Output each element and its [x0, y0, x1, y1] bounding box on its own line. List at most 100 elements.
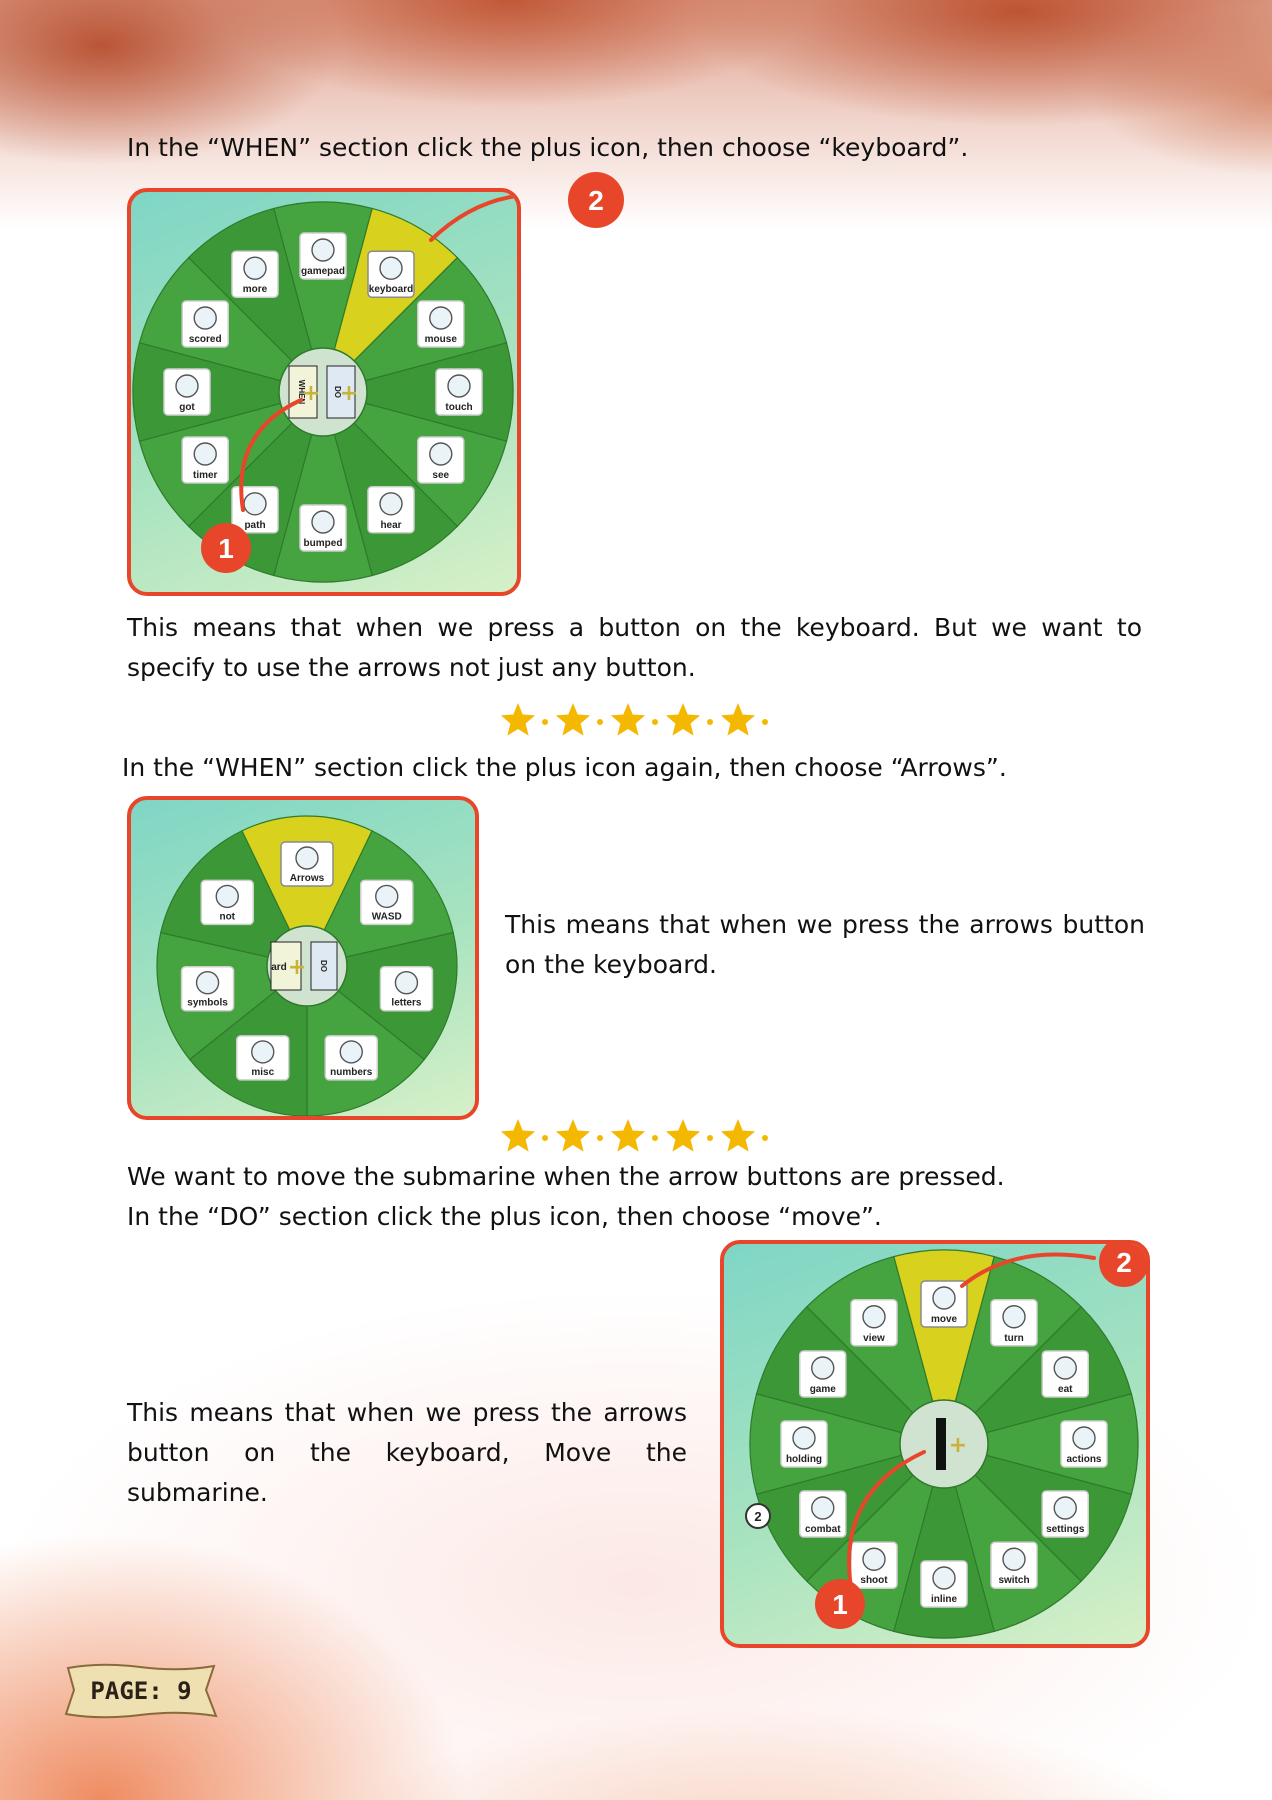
wheel1-see-icon [429, 442, 453, 466]
wheel1-more-tile[interactable]: more [231, 250, 279, 298]
wheel1-gamepad-label: gamepad [301, 266, 345, 277]
wheel3-game-tile[interactable]: game [799, 1350, 847, 1398]
wheel1-path-tile[interactable]: path [231, 486, 279, 534]
wheel1-path-label: path [244, 520, 265, 531]
wheel3-holding-tile[interactable]: holding [780, 1420, 828, 1468]
wheel1-hub: WHEN DO+ + [278, 347, 368, 437]
wheel3-actions-tile[interactable]: actions [1060, 1420, 1108, 1468]
wheel1-bumped-label: bumped [304, 538, 343, 549]
star-icon [555, 1119, 591, 1152]
wheel2-screenshot: Arrows WASD letters numbers misc symbols not ar… [127, 796, 479, 1120]
wheel1-bumped-tile[interactable]: bumped [299, 504, 347, 552]
wheel2-not-icon [215, 884, 239, 909]
wheel1-when-plus-icon[interactable]: + [302, 381, 320, 406]
wheel1-see-tile[interactable]: see [417, 436, 465, 484]
wheel2-arrows-icon [295, 846, 319, 870]
wheel1-mouse-icon [429, 306, 453, 330]
wheel2-numbers-label: numbers [330, 1067, 373, 1078]
wheel3-holding-label: holding [786, 1454, 822, 1465]
step-marker-2-top: 2 [568, 172, 624, 228]
wheel2-hub: ard DO + [266, 925, 348, 1007]
wheel2-symbols-label: symbols [187, 998, 228, 1009]
dot-icon [762, 1135, 768, 1141]
wheel2-wasd-tile[interactable]: WASD [359, 879, 414, 926]
wheel1-hear-label: hear [380, 520, 401, 531]
star-icon [665, 703, 701, 736]
wheel1-do-plus-icon[interactable]: + [340, 381, 358, 406]
wheel3-view-tile[interactable]: view [850, 1299, 898, 1347]
wheel1-got-tile[interactable]: got [163, 368, 211, 416]
wheel1-menu[interactable]: more gamepad keyboard mouse touch see hear bump… [131, 192, 521, 596]
wheel1-mouse-tile[interactable]: mouse [417, 300, 465, 348]
wheel2-numbers-icon [339, 1040, 363, 1064]
s2-explanation: This means that when we press the arrows… [505, 910, 1145, 979]
wheel1-scored-tile[interactable]: scored [181, 300, 229, 348]
s1-explanation: This means that when we press a button o… [127, 613, 1142, 682]
wheel3-move-tile[interactable]: move [920, 1280, 968, 1328]
wheel1-touch-label: touch [445, 402, 472, 413]
wheel3-shoot-icon [862, 1547, 886, 1571]
wheel3-inline-icon [932, 1566, 956, 1590]
wheel3-holding-icon [792, 1426, 816, 1450]
wheel3-move-label: move [931, 1314, 958, 1325]
star-icon [610, 703, 646, 736]
wheel2-arrows-label: Arrows [290, 873, 325, 884]
wheel2-numbers-tile[interactable]: numbers [324, 1035, 379, 1081]
wheel3-marker-1-label: 1 [832, 1589, 848, 1620]
dot-icon [762, 719, 768, 725]
star-icon [720, 703, 756, 736]
wheel2-letters-label: letters [391, 998, 421, 1009]
star-icon [500, 703, 536, 736]
wheel3-menu[interactable]: move turn eat actions settings switch inline sh… [724, 1244, 1150, 1648]
star-icon [555, 703, 591, 736]
wheel2-misc-tile[interactable]: misc [235, 1035, 290, 1081]
wheel3-inline-label: inline [931, 1594, 958, 1605]
wheel3-settings-tile[interactable]: settings [1041, 1490, 1089, 1538]
wheel3-eat-label: eat [1058, 1384, 1073, 1395]
wheel1-gamepad-tile[interactable]: gamepad [299, 232, 347, 280]
wheel3-do-plus-icon[interactable]: + [949, 1433, 967, 1458]
wheel2-arrows-tile[interactable]: Arrows [280, 841, 334, 887]
wheel3-view-label: view [863, 1333, 885, 1344]
dot-icon [652, 1135, 658, 1141]
wheel1-more-label: more [243, 284, 268, 295]
s3-instruction: In the “DO” section click the plus icon,… [127, 1202, 882, 1231]
wheel3-turn-label: turn [1004, 1333, 1023, 1344]
wheel1-got-icon [175, 374, 199, 398]
wheel3-combat-tile[interactable]: combat [799, 1490, 847, 1538]
dot-icon [542, 719, 548, 725]
wheel3-game-icon [811, 1356, 835, 1380]
wheel1-timer-tile[interactable]: timer [181, 436, 229, 484]
wheel1-path-icon [243, 492, 267, 516]
wheel1-touch-tile[interactable]: touch [435, 368, 483, 416]
wheel3-settings-icon [1053, 1496, 1077, 1520]
wheel1-marker-1-label: 1 [218, 533, 234, 564]
wheel1-more-icon [243, 256, 267, 280]
wheel3-turn-tile[interactable]: turn [990, 1299, 1038, 1347]
wheel2-wasd-icon [375, 884, 399, 909]
wheel2-menu[interactable]: Arrows WASD letters numbers misc symbols not ar… [131, 800, 479, 1120]
wheel3-shoot-tile[interactable]: shoot [850, 1541, 898, 1589]
wheel3-combat-label: combat [805, 1524, 841, 1535]
star-divider-2 [500, 1119, 768, 1152]
wheel2-letters-tile[interactable]: letters [379, 965, 434, 1012]
wheel3-eat-icon [1053, 1356, 1077, 1380]
wheel2-when-plus-icon[interactable]: + [288, 955, 306, 980]
wheel3-marker-2-label: 2 [1116, 1247, 1132, 1278]
wheel1-hear-tile[interactable]: hear [367, 486, 415, 534]
wheel1-timer-icon [193, 442, 217, 466]
wheel2-not-tile[interactable]: not [200, 879, 255, 926]
wheel2-symbols-tile[interactable]: symbols [180, 965, 235, 1012]
s3-intro: We want to move the submarine when the a… [127, 1162, 1005, 1191]
dot-icon [542, 1135, 548, 1141]
wheel3-switch-tile[interactable]: switch [990, 1541, 1038, 1589]
wheel3-eat-tile[interactable]: eat [1041, 1350, 1089, 1398]
wheel3-shoot-label: shoot [860, 1575, 888, 1586]
wheel2-partial-label: ard [271, 962, 287, 973]
wheel3-actions-icon [1072, 1426, 1096, 1450]
wheel1-keyboard-tile[interactable]: keyboard [367, 250, 415, 298]
wheel1-marker-1: 1 [201, 523, 251, 573]
wheel3-do-block[interactable] [936, 1418, 946, 1470]
wheel3-game-label: game [810, 1384, 837, 1395]
wheel3-inline-tile[interactable]: inline [920, 1560, 968, 1608]
